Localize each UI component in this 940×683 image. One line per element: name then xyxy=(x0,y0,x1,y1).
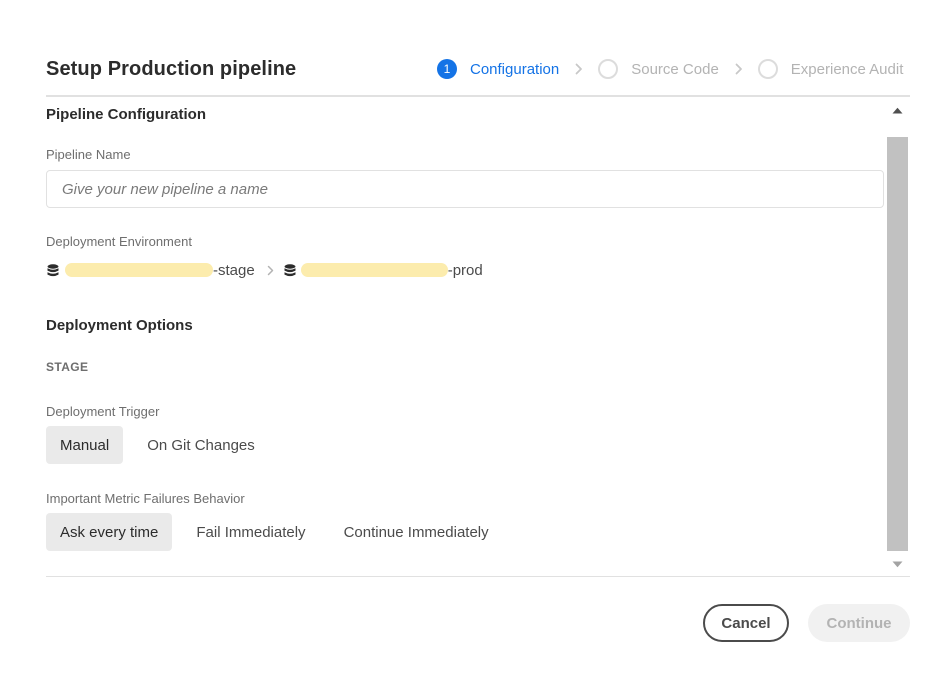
deployment-environment-label: Deployment Environment xyxy=(46,234,192,249)
step-experience-audit[interactable]: Experience Audit xyxy=(757,59,904,79)
deployment-environment-row: -stage -prod xyxy=(46,258,483,282)
scroll-up-arrow-icon[interactable] xyxy=(886,99,908,121)
stage-heading: STAGE xyxy=(46,360,89,374)
target-environment: -prod xyxy=(283,262,483,279)
chevron-right-icon xyxy=(575,63,583,75)
section-title-pipeline-configuration: Pipeline Configuration xyxy=(46,106,206,123)
chevron-right-icon xyxy=(267,265,274,276)
step-number-badge: 1 xyxy=(437,59,457,79)
footer-divider xyxy=(46,576,910,577)
step-label-experience-audit: Experience Audit xyxy=(790,60,904,78)
step-empty-circle xyxy=(598,59,619,79)
cancel-button[interactable]: Cancel xyxy=(703,604,789,642)
trigger-option-manual[interactable]: Manual xyxy=(46,426,124,464)
step-configuration[interactable]: 1 Configuration xyxy=(437,59,559,79)
dialog-title: Setup Production pipeline xyxy=(46,58,297,80)
redacted-environment-name xyxy=(65,263,213,277)
pipeline-name-label: Pipeline Name xyxy=(46,147,131,162)
scrollbar-thumb[interactable] xyxy=(887,137,908,551)
metric-option-fail-immediately[interactable]: Fail Immediately xyxy=(182,513,319,551)
chevron-right-icon xyxy=(735,63,743,75)
deployment-trigger-segmented-control: Manual On Git Changes xyxy=(46,426,279,464)
step-source-code[interactable]: Source Code xyxy=(598,59,719,79)
step-label-configuration: Configuration xyxy=(470,60,560,78)
deployment-trigger-label: Deployment Trigger xyxy=(46,404,160,419)
scroll-down-arrow-icon[interactable] xyxy=(886,553,908,575)
dialog-content[interactable]: Pipeline Configuration Pipeline Name Dep… xyxy=(46,97,886,575)
database-icon xyxy=(283,263,297,277)
continue-button[interactable]: Continue xyxy=(808,604,910,642)
target-environment-suffix: -prod xyxy=(447,261,483,279)
metric-option-continue-immediately[interactable]: Continue Immediately xyxy=(330,513,503,551)
section-title-deployment-options: Deployment Options xyxy=(46,317,193,334)
pipeline-name-input[interactable] xyxy=(46,170,884,208)
redacted-environment-name xyxy=(300,263,448,277)
wizard-stepper: 1 Configuration Source Code Experience A… xyxy=(437,59,903,79)
content-scrollbar[interactable] xyxy=(886,97,908,576)
metric-option-ask-every-time[interactable]: Ask every time xyxy=(46,513,173,551)
step-empty-circle xyxy=(757,59,778,79)
metric-failures-label: Important Metric Failures Behavior xyxy=(46,491,245,506)
trigger-option-on-git-changes[interactable]: On Git Changes xyxy=(133,426,269,464)
step-label-source-code: Source Code xyxy=(631,60,719,78)
source-environment-suffix: -stage xyxy=(213,261,255,279)
metric-failures-segmented-control: Ask every time Fail Immediately Continue… xyxy=(46,513,513,551)
source-environment: -stage xyxy=(46,262,255,279)
database-icon xyxy=(46,263,60,277)
